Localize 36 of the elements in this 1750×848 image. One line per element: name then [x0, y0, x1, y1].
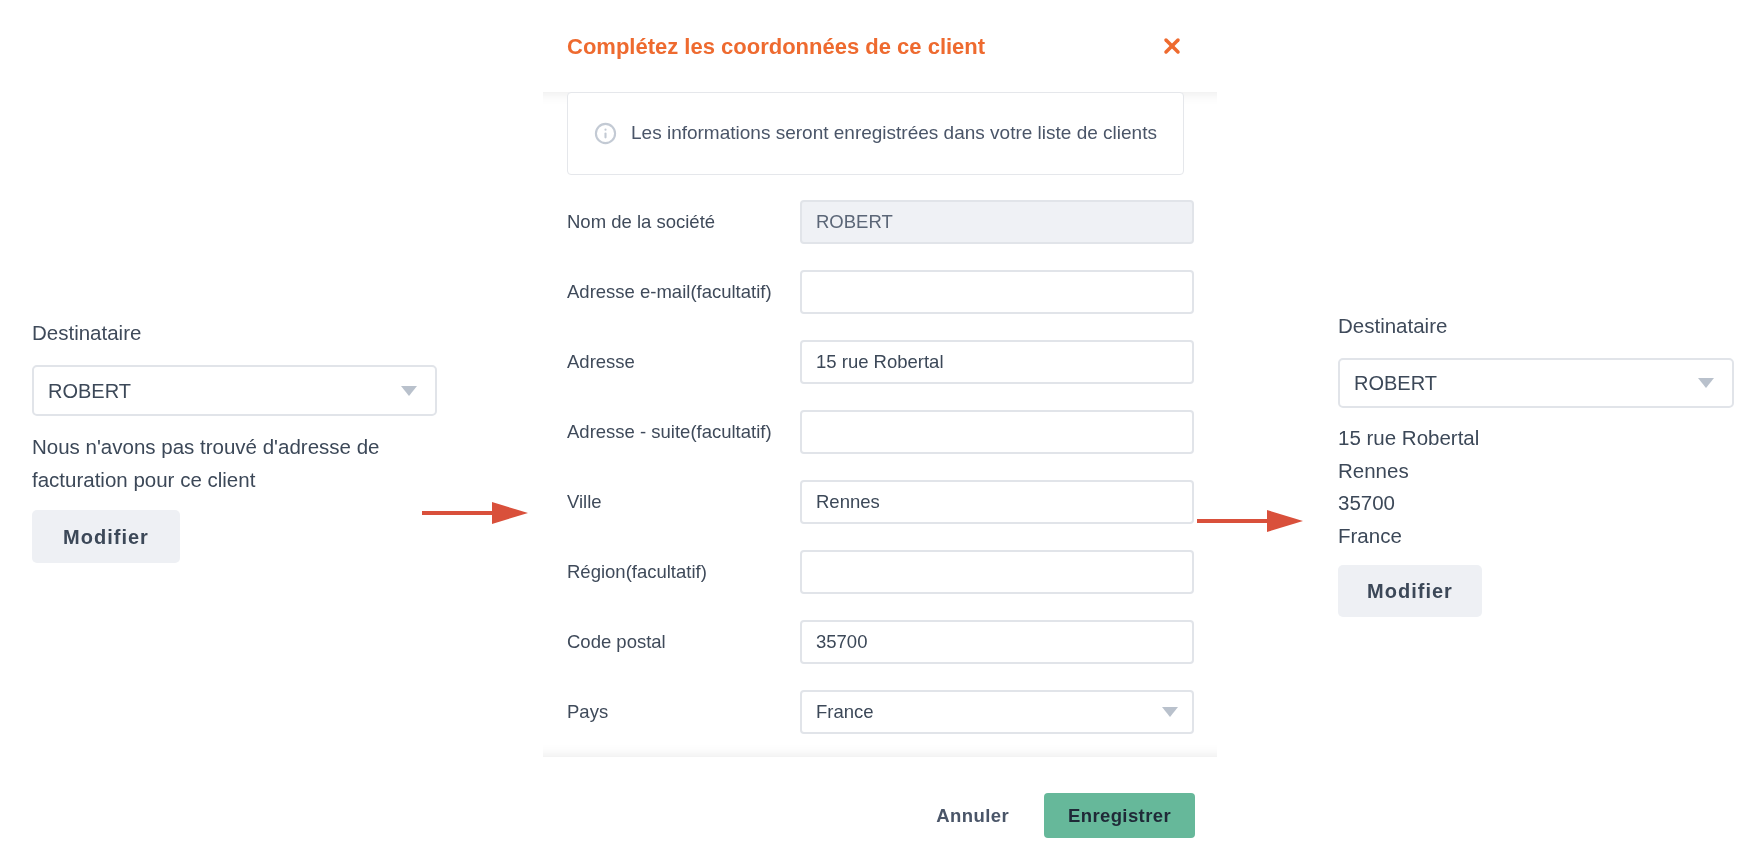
field-label: Adresse [567, 350, 636, 375]
caret-icon [1162, 707, 1178, 717]
address-line: 35700 [1338, 490, 1395, 516]
info-icon [594, 122, 617, 145]
address-line: Rennes [1338, 457, 1409, 484]
right-arrow-icon [422, 502, 528, 524]
recipient-select[interactable]: ROBERT [1338, 358, 1734, 408]
text-field[interactable]: Rennes [800, 480, 1194, 524]
field-label: Adresse - suite(facultatif) [567, 420, 773, 445]
modify-button[interactable]: Modifier [32, 510, 180, 563]
address-line: 15 rue Robertal [1338, 425, 1480, 451]
field-label: Nom de la société [567, 210, 717, 235]
field-label: Destinataire [1338, 313, 1448, 339]
caret-icon [1698, 378, 1714, 388]
country-select[interactable]: France [800, 690, 1194, 734]
recipient-select[interactable]: ROBERT [32, 365, 437, 416]
info-text: Les informations seront enregistrées dans votre liste de clients [631, 121, 1157, 146]
message-text: Nous n'avons pas trouvé d'adresse de facturation pour ce client [32, 434, 381, 493]
field-label: Ville [567, 490, 603, 515]
field-label: Destinataire [32, 320, 142, 346]
dialog-title: Complétez les coordonnées de ce client [567, 32, 986, 61]
field-label: Adresse e-mail(facultatif) [567, 280, 773, 305]
field-label: Code postal [567, 630, 667, 655]
text-field[interactable] [800, 270, 1194, 314]
text-field[interactable] [800, 410, 1194, 454]
caret-icon [401, 385, 417, 396]
text-field[interactable]: 15 rue Robertal [800, 340, 1194, 384]
cancel-button[interactable]: Annuler [926, 793, 1019, 838]
right-arrow-icon [1197, 510, 1303, 532]
address-line: France [1338, 522, 1402, 549]
text-field[interactable] [800, 550, 1194, 594]
save-button[interactable]: Enregistrer [1044, 793, 1195, 838]
field-label: Pays [567, 700, 610, 725]
text-field[interactable]: 35700 [800, 620, 1194, 664]
field-label: Région(facultatif) [567, 560, 708, 585]
modify-button[interactable]: Modifier [1338, 565, 1482, 617]
